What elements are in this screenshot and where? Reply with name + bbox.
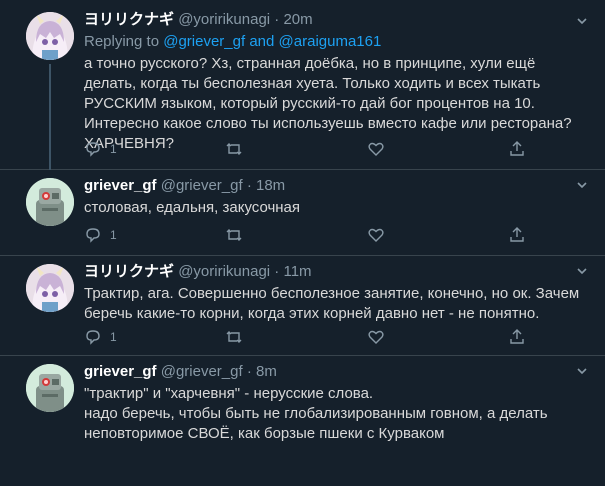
retweet-icon (226, 331, 242, 343)
tweet-text: а точно русского? Хз, странная доёбка, н… (84, 55, 572, 152)
robot-avatar-icon (26, 364, 74, 412)
share-button[interactable] (508, 328, 528, 346)
anime-avatar-icon (26, 264, 74, 312)
heart-icon (368, 142, 384, 156)
retweet-button[interactable] (225, 226, 315, 244)
tweet[interactable]: ヨリリクナギ @yoririkunagi · 20m Replying to @… (0, 0, 605, 170)
share-icon (510, 329, 524, 344)
display-name[interactable]: griever_gf (84, 177, 157, 194)
separator-dot: · (274, 11, 280, 28)
reply-button[interactable]: 1 (84, 226, 174, 244)
tweet[interactable]: ヨリリクナギ @yoririkunagi · 11m Трактир, ага.… (0, 256, 605, 356)
mention-link[interactable]: @araiguma161 (279, 33, 382, 50)
tweet-actions: 1 (84, 140, 528, 158)
reply-count: 1 (110, 228, 117, 242)
timestamp[interactable]: 18m (256, 177, 285, 194)
tweet-content: ヨリリクナギ @yoririkunagi · 11m Трактир, ага.… (84, 262, 591, 324)
like-button[interactable] (367, 140, 457, 158)
user-handle[interactable]: @yoririkunagi (178, 263, 270, 280)
tweet[interactable]: griever_gf @griever_gf · 8m "трактир" и … (0, 356, 605, 486)
tweet-content: griever_gf @griever_gf · 18m столовая, е… (84, 176, 591, 218)
tweet-header: ヨリリクナギ @yoririkunagi · 11m (84, 262, 591, 282)
tweet-header: griever_gf @griever_gf · 18m (84, 176, 591, 196)
like-button[interactable] (367, 226, 457, 244)
timestamp[interactable]: 20m (283, 11, 312, 28)
tweet-actions: 1 (84, 226, 528, 244)
tweet-text-line: "трактир" и "харчевня" - нерусские слова… (84, 385, 374, 402)
robot-avatar-icon (26, 178, 74, 226)
tweet-text-line: надо беречь, чтобы быть не глобализирова… (84, 405, 548, 442)
reply-count: 1 (110, 330, 117, 344)
separator-dot: · (274, 263, 280, 280)
share-icon (510, 227, 524, 242)
avatar[interactable] (26, 12, 74, 60)
reply-icon (86, 330, 100, 345)
user-handle[interactable]: @griever_gf (161, 177, 243, 194)
tweet-content: ヨリリクナギ @yoririkunagi · 20m Replying to @… (84, 10, 591, 154)
share-button[interactable] (508, 226, 528, 244)
user-handle[interactable]: @yoririkunagi (178, 11, 270, 28)
timestamp[interactable]: 8m (256, 363, 277, 380)
tweet-header: griever_gf @griever_gf · 8m (84, 362, 591, 382)
thread-line (49, 64, 51, 170)
user-handle[interactable]: @griever_gf (161, 363, 243, 380)
mention-and[interactable]: and (249, 33, 274, 50)
tweet-content: griever_gf @griever_gf · 8m "трактир" и … (84, 362, 591, 444)
reply-icon (86, 228, 100, 243)
mention-link[interactable]: @griever_gf (163, 33, 245, 50)
share-icon (510, 141, 524, 156)
timestamp[interactable]: 11m (283, 263, 311, 280)
display-name[interactable]: ヨリリクナギ (84, 11, 174, 28)
tweet-actions: 1 (84, 328, 528, 346)
like-button[interactable] (367, 328, 457, 346)
heart-icon (368, 330, 384, 344)
tweet-header: ヨリリクナギ @yoririkunagi · 20m (84, 10, 591, 30)
retweet-button[interactable] (225, 328, 315, 346)
avatar[interactable] (26, 178, 74, 226)
tweet[interactable]: griever_gf @griever_gf · 18m столовая, е… (0, 170, 605, 256)
caret-down-icon[interactable] (575, 264, 589, 281)
tweet-text: столовая, едальня, закусочная (84, 199, 301, 216)
caret-down-icon[interactable] (575, 364, 589, 381)
share-button[interactable] (508, 140, 528, 158)
avatar[interactable] (26, 364, 74, 412)
caret-down-icon[interactable] (575, 14, 589, 31)
anime-avatar-icon (26, 12, 74, 60)
reply-count: 1 (110, 142, 117, 156)
retweet-icon (226, 229, 242, 241)
heart-icon (368, 228, 384, 242)
caret-down-icon[interactable] (575, 178, 589, 195)
retweet-button[interactable] (225, 140, 315, 158)
reply-button[interactable]: 1 (84, 328, 174, 346)
retweet-icon (226, 143, 242, 155)
replying-prefix: Replying to (84, 33, 160, 50)
separator-dot: · (246, 177, 252, 194)
avatar[interactable] (26, 264, 74, 312)
replying-to: Replying to @griever_gf and @araiguma161 (84, 32, 591, 52)
reply-icon (86, 142, 100, 157)
display-name[interactable]: ヨリリクナギ (84, 263, 174, 280)
tweet-text: Трактир, ага. Совершенно бесполезное зан… (84, 285, 580, 322)
reply-button[interactable]: 1 (84, 140, 174, 158)
separator-dot: · (246, 363, 252, 380)
display-name[interactable]: griever_gf (84, 363, 157, 380)
